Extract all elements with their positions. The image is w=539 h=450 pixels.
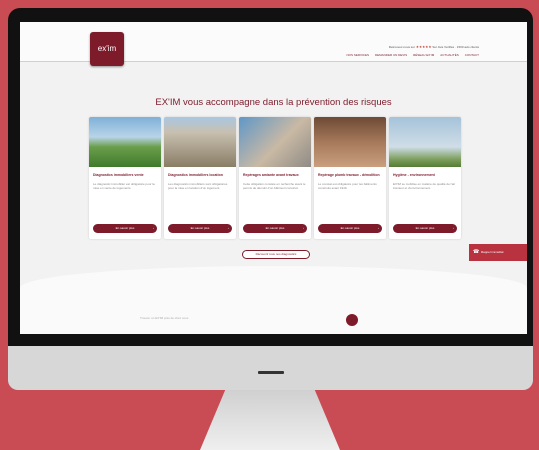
arrow-icon: › — [303, 226, 304, 230]
learn-more-button[interactable]: En savoir plus › — [243, 224, 307, 233]
nav-item-quote[interactable]: DEMANDER UN DEVIS — [375, 53, 407, 57]
card-text: Cette obligation consiste en recherche a… — [243, 181, 306, 190]
nav-item-contact[interactable]: CONTACT — [465, 53, 479, 57]
lower-text: Trouver un EX'IM près de chez vous — [140, 316, 189, 320]
monitor-chin — [8, 346, 533, 390]
section-curve — [20, 266, 527, 310]
learn-more-button[interactable]: En savoir plus › — [168, 224, 232, 233]
learn-more-button[interactable]: En savoir plus › — [393, 224, 457, 233]
card-title: Repérage plomb travaux - démolition — [318, 173, 380, 177]
page-title: EX'IM vous accompagne dans la prévention… — [155, 97, 392, 108]
learn-more-button[interactable]: En savoir plus › — [318, 224, 382, 233]
services-cards: Diagnostics immobiliers vente Le diagnos… — [89, 117, 461, 239]
rating-stars-icon: ★★★★★ — [415, 45, 432, 49]
card-text: Le diagnostic immobilier est obligatoire… — [93, 181, 155, 190]
top-info: Retrouvez-nous sur ★★★★★ Sur Avis Vérifi… — [388, 45, 479, 49]
callback-button[interactable]: ☎ Rappel immédiat — [469, 244, 527, 261]
attic-image — [314, 117, 386, 167]
nav-item-network[interactable]: RÉSEAU EX'IM — [413, 53, 434, 57]
nav-item-news[interactable]: ACTUALITÉS — [440, 53, 459, 57]
card-title: Repérages amiante avant travaux — [243, 173, 299, 177]
lower-section: Trouver un EX'IM près de chez vous — [20, 266, 527, 334]
arrow-icon: › — [378, 226, 379, 230]
monitor-logo-line — [258, 371, 284, 374]
phone-icon: ☎ — [473, 249, 480, 255]
service-card: Diagnostics immobiliers vente Le diagnos… — [89, 117, 161, 239]
card-title: Diagnostics immobiliers vente — [93, 173, 144, 177]
site-header: ex'im Retrouvez-nous sur ★★★★★ Sur Avis … — [20, 22, 527, 66]
house-image — [89, 117, 161, 167]
building-image — [164, 117, 236, 167]
demolition-image — [239, 117, 311, 167]
card-title: Diagnostics immobiliers location — [168, 173, 223, 177]
service-card: Diagnostics immobiliers location Les dia… — [164, 117, 236, 239]
site-logo[interactable]: ex'im — [90, 32, 124, 66]
website-screen: ex'im Retrouvez-nous sur ★★★★★ Sur Avis … — [20, 22, 527, 334]
service-card: Repérages amiante avant travaux Cette ob… — [239, 117, 311, 239]
service-card: Hygiène - environnement EX'IM se mobilis… — [389, 117, 461, 239]
arrow-icon: › — [228, 226, 229, 230]
nav-item-services[interactable]: NOS SERVICES — [347, 53, 369, 57]
discover-all-button[interactable]: Découvrir tous nos diagnostics — [242, 250, 310, 259]
arrow-icon: › — [153, 226, 154, 230]
arrow-icon: › — [453, 226, 454, 230]
learn-more-button[interactable]: En savoir plus › — [93, 224, 157, 233]
card-title: Hygiène - environnement — [393, 173, 435, 177]
service-card: Repérage plomb travaux - démolition Le c… — [314, 117, 386, 239]
tree-image — [389, 117, 461, 167]
card-text: Le constat est obligatoire pour les bâti… — [318, 181, 377, 190]
card-text: Les diagnostics immobiliers sont obligat… — [168, 181, 228, 190]
main-nav: NOS SERVICES DEMANDER UN DEVIS RÉSEAU EX… — [347, 53, 480, 57]
monitor-stand — [200, 390, 340, 450]
location-icon[interactable] — [346, 314, 358, 326]
card-text: EX'IM se mobilise en matière de qualité … — [393, 181, 456, 190]
